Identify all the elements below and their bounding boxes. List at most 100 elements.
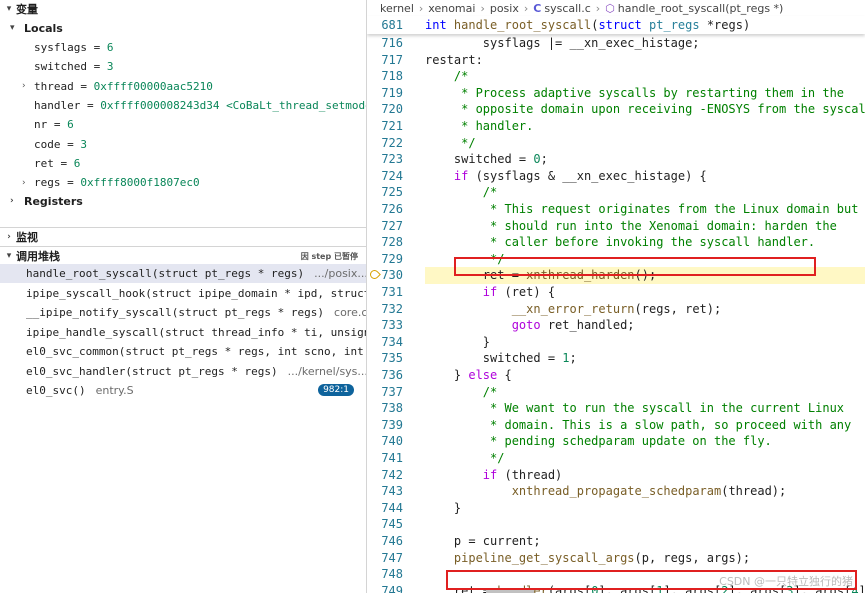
variable-separator: = — [60, 137, 81, 151]
locals-header[interactable]: ▾ Locals — [10, 19, 63, 37]
line-number: 731 — [381, 285, 403, 299]
watch-section-header[interactable]: › 监视 — [0, 228, 366, 246]
variable-value: 6 — [106, 41, 114, 54]
line-number: 734 — [381, 334, 403, 349]
chevron-right-icon: › — [22, 81, 26, 92]
chevron-right-icon: › — [22, 177, 26, 188]
code-text: sysflags |= __xn_exec_histage; — [425, 36, 700, 50]
chevron-right-icon: › — [480, 1, 485, 15]
line-number: 720 — [381, 102, 403, 117]
breadcrumb-item[interactable]: xenomai — [428, 2, 475, 15]
variable-value: 3 — [106, 60, 114, 74]
code-text: * should run into the Xenomai domain: ha… — [425, 218, 837, 233]
line-number: 749 — [381, 583, 403, 593]
registers-header[interactable]: › Registers — [10, 192, 83, 210]
code-line: 722 */ — [367, 134, 865, 151]
function-symbol-icon: ⬡ — [605, 1, 615, 15]
code-line: 737 /* — [367, 383, 865, 400]
variable-row[interactable]: handler = 0xffff000008243d34 <CoBaLt_thr… — [34, 96, 367, 115]
line-number: 717 — [381, 52, 403, 67]
code-line: 728 * caller before invoking the syscall… — [367, 234, 865, 251]
variable-value: 0xffff00000aac5210 — [93, 79, 213, 93]
c-file-icon: C — [533, 1, 542, 15]
sticky-scroll-header[interactable]: 681 int handle_root_syscall(struct pt_re… — [367, 16, 865, 34]
code-line: 732 __xn_error_return(regs, ret); — [367, 300, 865, 317]
variable-separator: = — [73, 79, 94, 93]
frame-function: el0_svc_common(struct pt_regs * regs, in… — [26, 345, 366, 358]
code-editor[interactable]: kernel › xenomai › posix › C syscall.c ›… — [367, 0, 865, 593]
code-text: * domain. This is a slow path, so procee… — [425, 417, 852, 432]
code-line: 743 xnthread_propagate_schedparam(thread… — [367, 483, 865, 500]
code-text: xnthread_propagate_schedparam(thread); — [511, 484, 787, 499]
chevron-down-icon: ▾ — [6, 4, 12, 14]
line-number: 719 — [381, 85, 403, 100]
variable-row[interactable]: sysflags = 6 — [34, 38, 113, 57]
breadcrumb-item[interactable]: posix — [490, 2, 519, 15]
code-line: 735 switched = 1; — [367, 350, 865, 367]
variable-value: 6 — [67, 118, 74, 132]
variable-row[interactable]: nr = 6 — [34, 115, 74, 134]
code-text: switched = 1; — [425, 351, 577, 366]
line-number: 681 — [381, 17, 403, 32]
callstack-section-header[interactable]: ▾ 调用堆栈 因 step 已暂停 — [0, 247, 366, 265]
callstack-frame[interactable]: el0_svc_common(struct pt_regs * regs, in… — [0, 342, 366, 361]
line-number: 746 — [381, 534, 403, 548]
callstack-frame[interactable]: handle_root_syscall(struct pt_regs * reg… — [0, 264, 366, 283]
code-text: * handler. — [425, 119, 534, 133]
code-line: 745 — [367, 516, 865, 533]
variable-row[interactable]: switched = 3 — [34, 57, 113, 76]
code-text: * caller before invoking the syscall han… — [425, 235, 816, 250]
callstack-frame[interactable]: ipipe_syscall_hook(struct ipipe_domain *… — [0, 284, 366, 303]
line-number: 722 — [381, 135, 403, 150]
code-text: int handle_root_syscall(struct pt_regs *… — [425, 17, 751, 32]
code-text: p = current; — [425, 534, 541, 548]
code-line: 739 * domain. This is a slow path, so pr… — [367, 416, 865, 433]
variable-separator: = — [86, 41, 107, 54]
breadcrumb-item[interactable]: syscall.c — [544, 2, 590, 15]
code-line: 741 */ — [367, 450, 865, 467]
frame-function: el0_svc() — [26, 384, 86, 397]
code-text: if (thread) — [482, 467, 563, 482]
code-text: */ — [425, 451, 505, 465]
code-line: 723 switched = 0; — [367, 151, 865, 168]
variable-row[interactable]: › regs = 0xffff8000f1807ec0 — [22, 173, 200, 192]
code-line: 727 * should run into the Xenomai domain… — [367, 217, 865, 234]
breadcrumb-item[interactable]: handle_root_syscall(pt_regs *) — [618, 2, 784, 15]
variable-value: 0xffff000008243d34 <CoBaLt_thread_setmod… — [100, 98, 367, 112]
code-line: 731 if (ret) { — [367, 284, 865, 301]
line-number: 721 — [381, 119, 403, 133]
line-number: 716 — [381, 36, 403, 50]
code-line: 719 * Process adaptive syscalls by resta… — [367, 84, 865, 101]
line-number: 741 — [381, 451, 403, 465]
variable-name: handler — [34, 98, 81, 112]
variable-row[interactable]: › thread = 0xffff00000aac5210 — [22, 77, 213, 96]
line-number: 732 — [381, 301, 403, 316]
variable-row[interactable]: code = 3 — [34, 135, 87, 154]
variable-row[interactable]: ret = 6 — [34, 154, 80, 173]
line-number: 742 — [381, 467, 403, 482]
line-number: 745 — [381, 517, 403, 532]
watch-title: 监视 — [16, 231, 38, 244]
callstack-frame[interactable]: el0_svc() entry.S 982:1 — [0, 381, 366, 400]
code-line: 720 * opposite domain upon receiving -EN… — [367, 101, 865, 118]
code-text: /* — [425, 185, 498, 200]
frame-file: core.c — [334, 306, 366, 319]
line-number: 735 — [381, 351, 403, 366]
callstack-frame[interactable]: __ipipe_notify_syscall(struct pt_regs * … — [0, 303, 366, 322]
line-number: 725 — [381, 185, 403, 200]
callstack-frame[interactable]: ipipe_handle_syscall(struct thread_info … — [0, 323, 366, 342]
variable-name: sysflags — [34, 41, 87, 54]
chevron-right-icon: › — [595, 1, 601, 15]
callstack-frame[interactable]: el0_svc_handler(struct pt_regs * regs)..… — [0, 362, 366, 381]
variable-name: regs — [34, 176, 61, 190]
code-text: goto ret_handled; — [511, 318, 635, 333]
variable-separator: = — [47, 118, 68, 132]
variables-section-header[interactable]: ▾ 变量 — [0, 0, 366, 18]
callstack-title: 调用堆栈 — [16, 250, 60, 263]
frame-function: ipipe_syscall_hook(struct ipipe_domain *… — [26, 286, 366, 300]
code-text: * We want to run the syscall in the curr… — [425, 401, 845, 416]
breadcrumb-item[interactable]: kernel — [380, 2, 414, 15]
line-number: 723 — [381, 152, 403, 167]
locals-title: Locals — [24, 21, 63, 35]
code-line: 721 * handler. — [367, 118, 865, 135]
